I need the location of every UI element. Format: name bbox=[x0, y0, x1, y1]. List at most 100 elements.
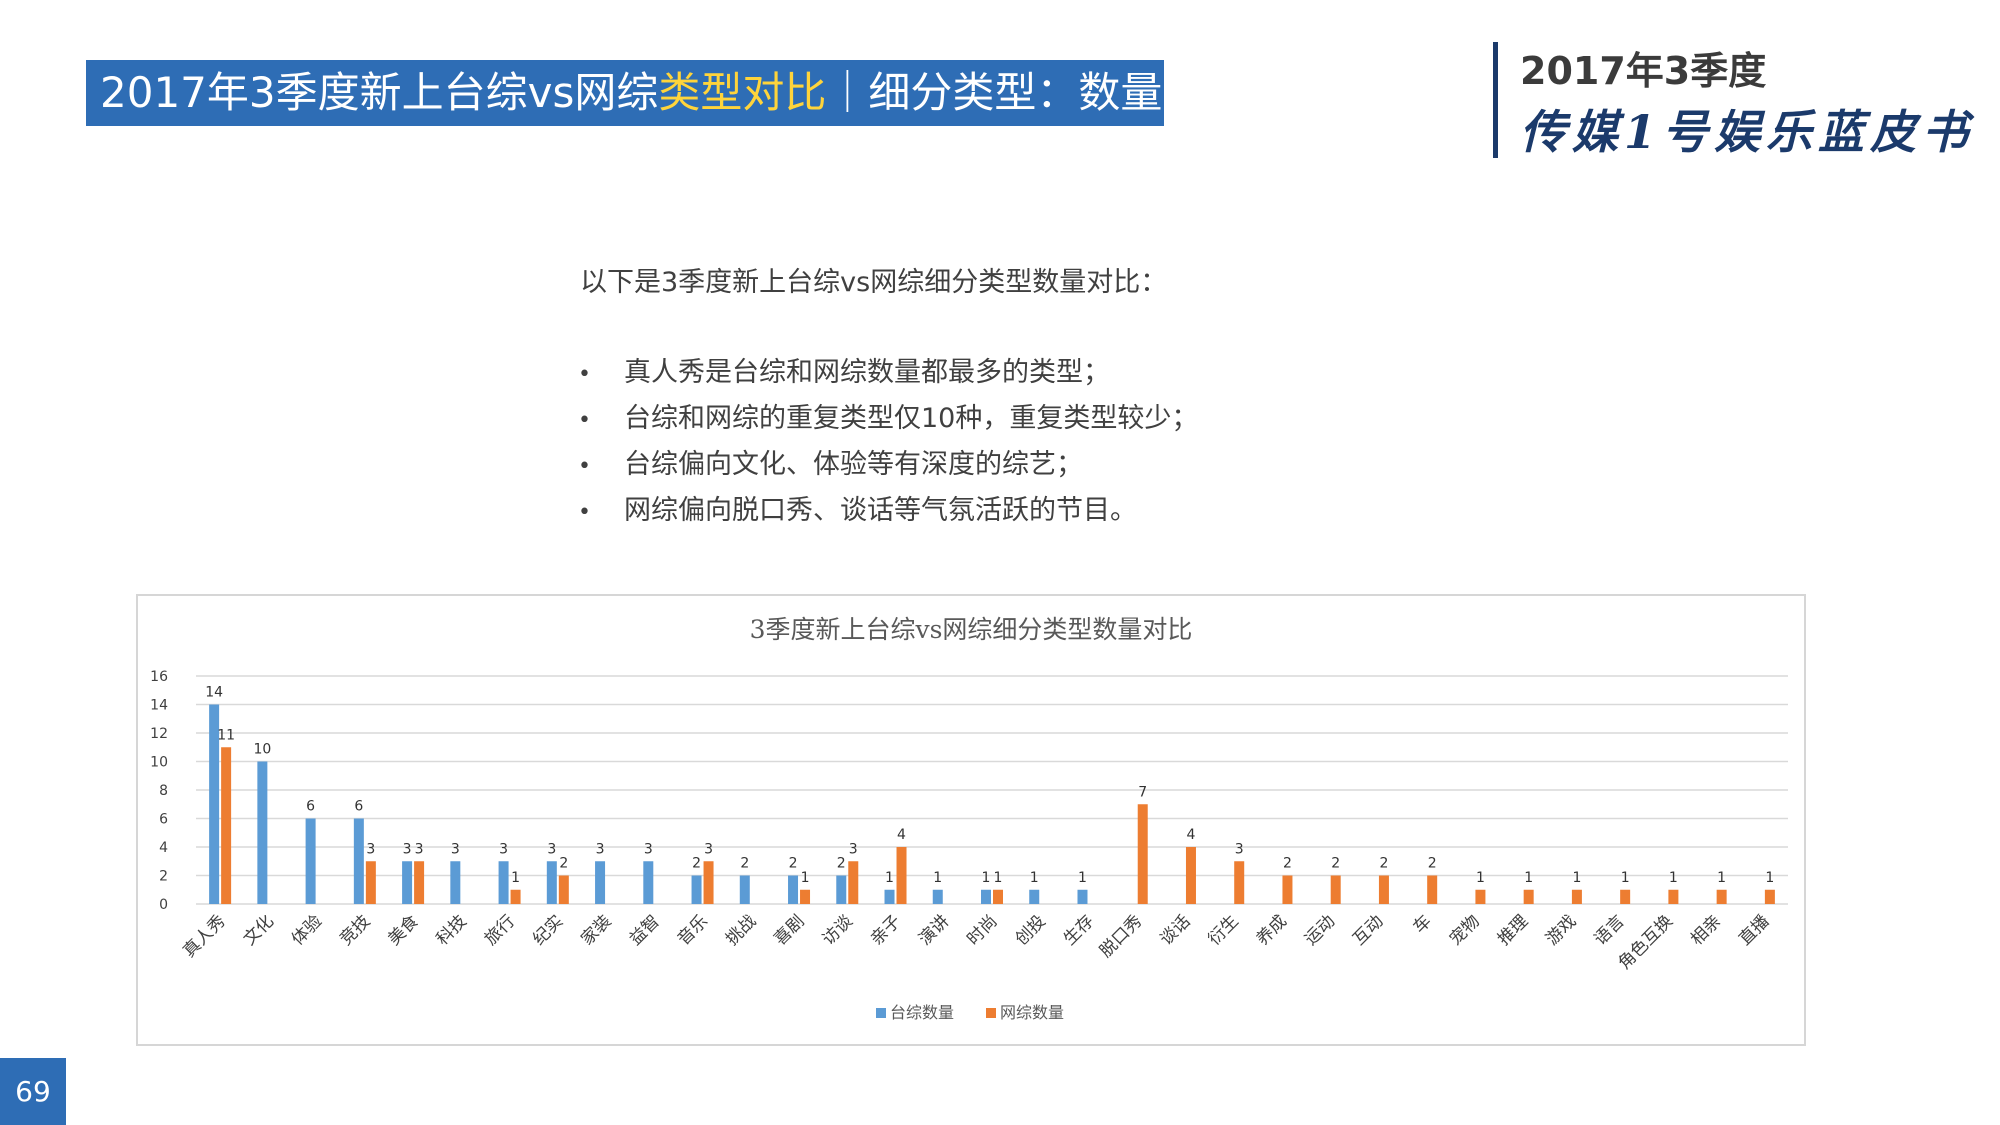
bar-tv bbox=[595, 861, 606, 904]
bullet-item: • 台综偏向文化、体验等有深度的综艺； bbox=[578, 442, 1198, 488]
brand-divider bbox=[1493, 42, 1498, 158]
bar-tv bbox=[788, 875, 799, 904]
x-tick-label: 语言 bbox=[1591, 911, 1629, 949]
data-label: 1 bbox=[511, 870, 520, 886]
bullet-text: 台综偏向文化、体验等有深度的综艺； bbox=[624, 449, 1083, 480]
brand-logo-text: 传媒1号娱乐蓝皮书 bbox=[1520, 105, 1975, 159]
data-label: 3 bbox=[499, 841, 508, 857]
bar-tv bbox=[739, 875, 750, 904]
x-tick-label: 宠物 bbox=[1446, 911, 1484, 949]
legend-label: 网综数量 bbox=[1000, 1003, 1064, 1022]
x-tick-label: 挑战 bbox=[722, 911, 760, 949]
data-label: 3 bbox=[596, 841, 605, 857]
bullet-text: 台综和网综的重复类型仅10种，重复类型较少； bbox=[624, 403, 1199, 434]
y-tick-label: 12 bbox=[150, 726, 168, 742]
bar-web bbox=[1764, 889, 1775, 904]
y-tick-label: 10 bbox=[150, 755, 168, 771]
bar-web bbox=[1185, 847, 1196, 904]
bar-tv bbox=[691, 875, 702, 904]
bar-web bbox=[800, 889, 811, 904]
data-label: 10 bbox=[253, 742, 271, 758]
bullet-item: • 台综和网综的重复类型仅10种，重复类型较少； bbox=[578, 396, 1198, 442]
data-label: 3 bbox=[547, 841, 556, 857]
bar-tv bbox=[546, 861, 557, 904]
chart-container: 3季度新上台综vs网综细分类型数量对比 0 2 4 6 8 10 12 14 16 14 10 6 6 3 3… bbox=[136, 594, 1806, 1046]
bar-web bbox=[1523, 889, 1534, 904]
data-label: 3 bbox=[849, 841, 858, 857]
data-label: 6 bbox=[306, 799, 315, 815]
x-tick-label: 家装 bbox=[577, 911, 615, 949]
x-tick-label: 互动 bbox=[1349, 911, 1387, 949]
x-tick-label: 推理 bbox=[1494, 911, 1532, 949]
data-label: 6 bbox=[354, 799, 363, 815]
bar-tv bbox=[884, 889, 895, 904]
bar-tv bbox=[932, 889, 943, 904]
data-label: 2 bbox=[1283, 856, 1292, 872]
bar-web bbox=[1427, 875, 1438, 904]
y-tick-label: 8 bbox=[159, 783, 168, 799]
data-label: 1 bbox=[801, 870, 810, 886]
x-tick-label: 创投 bbox=[1012, 911, 1050, 949]
data-label: 3 bbox=[644, 841, 653, 857]
x-tick-label: 亲子 bbox=[867, 911, 905, 949]
bar-tv bbox=[257, 761, 268, 904]
data-label: 7 bbox=[1138, 784, 1147, 800]
chart-title: 3季度新上台综vs网综细分类型数量对比 bbox=[750, 615, 1193, 644]
bar-tv bbox=[836, 875, 847, 904]
x-tick-label: 益智 bbox=[626, 911, 664, 949]
bullet-text: 网综偏向脱口秀、谈话等气氛活跃的节目。 bbox=[624, 495, 1137, 526]
data-label: 1 bbox=[1476, 870, 1485, 886]
title-highlight: 类型对比 bbox=[658, 68, 827, 117]
data-label: 3 bbox=[1235, 841, 1244, 857]
data-label: 4 bbox=[897, 827, 906, 843]
y-tick-label: 6 bbox=[159, 812, 168, 828]
data-label: 1 bbox=[1078, 870, 1087, 886]
data-label: 2 bbox=[1379, 856, 1388, 872]
data-label: 1 bbox=[1765, 870, 1774, 886]
data-label: 2 bbox=[1428, 856, 1437, 872]
x-tick-label: 游戏 bbox=[1542, 911, 1580, 949]
y-tick-label: 0 bbox=[159, 897, 168, 913]
bar-chart: 3季度新上台综vs网综细分类型数量对比024681012141614106 63 3… bbox=[150, 615, 1788, 1022]
x-tick-label: 时尚 bbox=[963, 911, 1001, 949]
x-tick-label: 竞技 bbox=[336, 911, 374, 949]
data-label: 11 bbox=[217, 727, 235, 743]
bar-web bbox=[221, 747, 232, 904]
x-tick-label: 角色互换 bbox=[1615, 911, 1677, 973]
legend-swatch bbox=[986, 1008, 996, 1018]
data-label: 2 bbox=[789, 856, 798, 872]
bar-tv bbox=[498, 861, 509, 904]
y-tick-label: 14 bbox=[150, 698, 168, 714]
x-tick-label: 生存 bbox=[1060, 911, 1098, 949]
x-tick-label: 科技 bbox=[433, 911, 471, 949]
y-tick-label: 4 bbox=[159, 840, 168, 856]
data-label: 3 bbox=[415, 841, 424, 857]
bar-web bbox=[993, 889, 1003, 904]
data-label: 3 bbox=[451, 841, 460, 857]
x-tick-label: 谈话 bbox=[1156, 911, 1194, 949]
bar-tv bbox=[305, 818, 316, 904]
x-tick-label: 运动 bbox=[1301, 911, 1339, 949]
bar-web bbox=[1330, 875, 1341, 904]
bullet-dot: • bbox=[578, 362, 591, 387]
bar-web bbox=[1282, 875, 1293, 904]
data-label: 1 bbox=[982, 870, 991, 886]
bullet-text: 真人秀是台综和网综数量都最多的类型； bbox=[624, 357, 1110, 388]
x-tick-label: 衍生 bbox=[1205, 911, 1243, 949]
x-tick-label: 旅行 bbox=[481, 911, 519, 949]
bar-web bbox=[1620, 889, 1631, 904]
data-label: 1 bbox=[1572, 870, 1581, 886]
x-tick-label: 美食 bbox=[384, 911, 422, 949]
bar-web bbox=[1378, 875, 1389, 904]
bar-tv bbox=[643, 861, 654, 904]
data-label: 2 bbox=[740, 856, 749, 872]
data-label: 14 bbox=[205, 685, 223, 701]
data-label: 4 bbox=[1187, 827, 1196, 843]
title-part-1: 2017年3季度新上台综vs网综 bbox=[100, 68, 659, 117]
bullet-list: • 真人秀是台综和网综数量都最多的类型； • 台综和网综的重复类型仅10种，重复类型… bbox=[578, 350, 1198, 534]
x-tick-label: 直播 bbox=[1735, 911, 1773, 949]
data-label: 3 bbox=[366, 841, 375, 857]
data-label: 2 bbox=[1331, 856, 1340, 872]
bar-web bbox=[1571, 889, 1582, 904]
bullet-dot: • bbox=[578, 408, 591, 433]
